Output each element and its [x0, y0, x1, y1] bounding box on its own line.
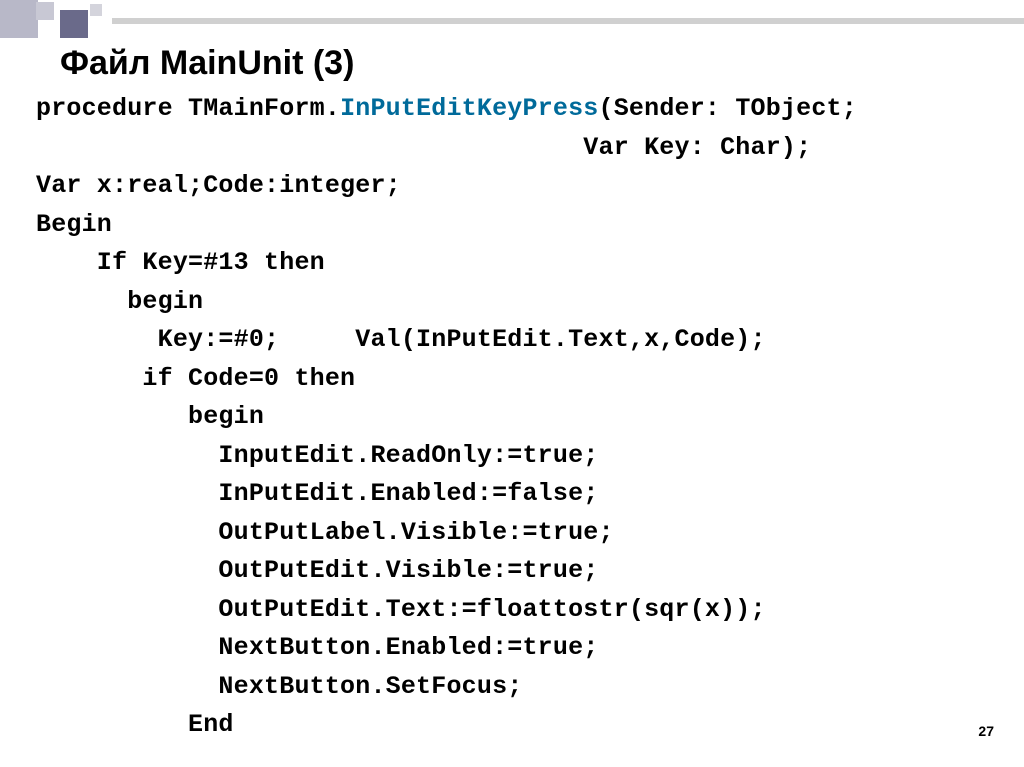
code-line: NextButton.SetFocus;	[36, 672, 522, 701]
deco-square	[0, 0, 38, 38]
deco-square	[36, 2, 54, 20]
slide: Файл MainUnit (3) procedure TMainForm.In…	[0, 0, 1024, 767]
code-line: OutPutLabel.Visible:=true;	[36, 518, 614, 547]
code-line: InPutEdit.Enabled:=false;	[36, 479, 599, 508]
code-line: Begin	[36, 210, 112, 239]
code-line: OutPutEdit.Visible:=true;	[36, 556, 599, 585]
header-bar	[112, 18, 1024, 24]
code-block: procedure TMainForm.InPutEditKeyPress(Se…	[36, 90, 857, 745]
deco-square	[60, 10, 88, 38]
code-line: begin	[36, 287, 203, 316]
code-line: InputEdit.ReadOnly:=true;	[36, 441, 599, 470]
code-line: OutPutEdit.Text:=floattostr(sqr(x));	[36, 595, 766, 624]
highlighted-identifier: InPutEditKeyPress	[340, 94, 598, 123]
page-number: 27	[978, 723, 994, 739]
code-line: Var Key: Char);	[36, 133, 811, 162]
code-line: End	[36, 710, 234, 739]
code-line: If Key=#13 then	[36, 248, 325, 277]
code-line: NextButton.Enabled:=true;	[36, 633, 599, 662]
deco-square	[90, 4, 102, 16]
code-line: begin	[36, 402, 264, 431]
code-line: if Code=0 then	[36, 364, 355, 393]
code-line: Var x:real;Code:integer;	[36, 171, 401, 200]
code-line: Key:=#0; Val(InPutEdit.Text,x,Code);	[36, 325, 766, 354]
corner-decoration	[0, 0, 102, 40]
slide-title: Файл MainUnit (3)	[60, 44, 354, 83]
code-line: procedure TMainForm.InPutEditKeyPress(Se…	[36, 94, 857, 123]
